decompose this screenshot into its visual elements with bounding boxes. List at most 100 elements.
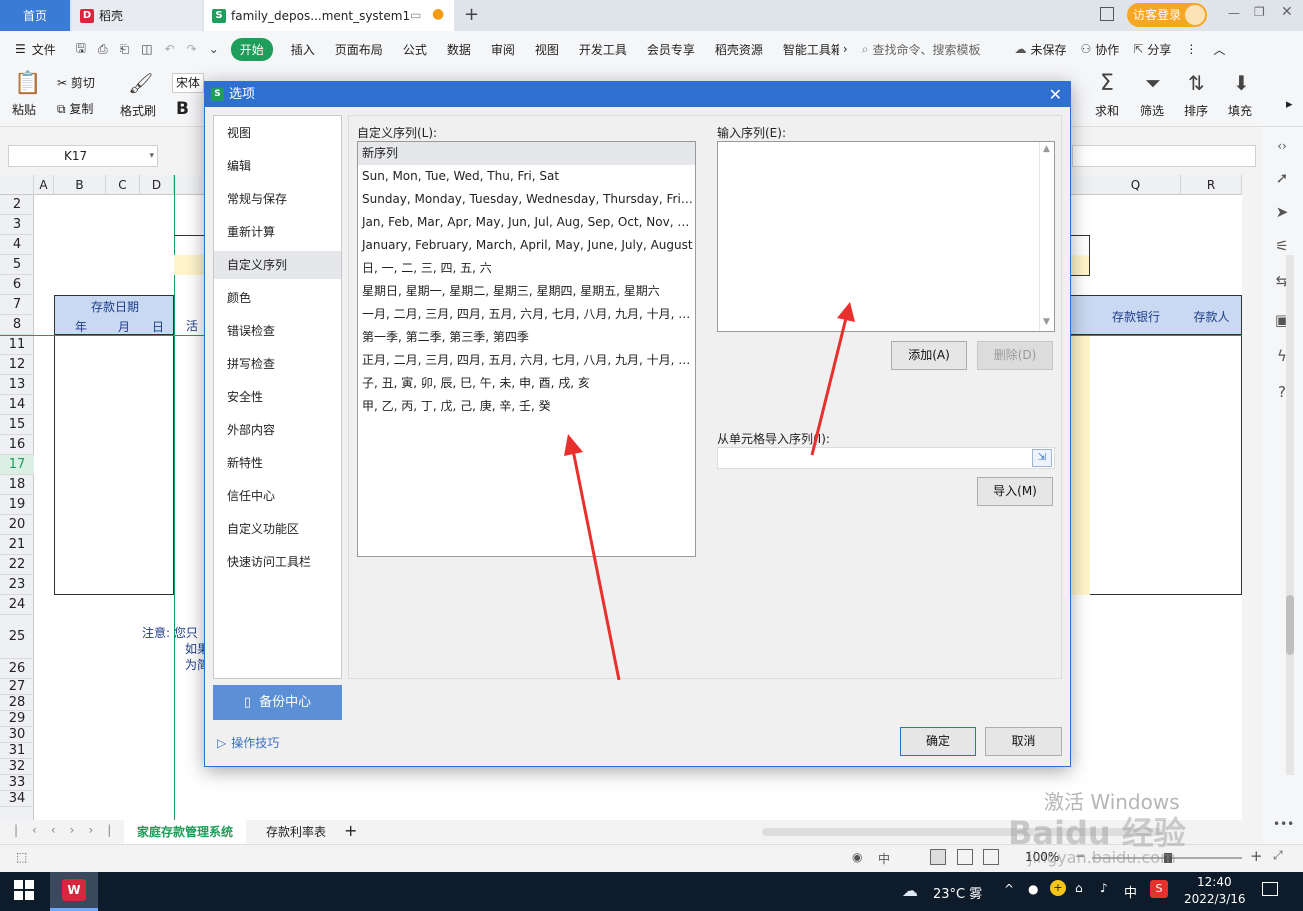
nav-item-recalculate[interactable]: 重新计算 — [214, 218, 341, 246]
row-header[interactable]: 29 — [0, 711, 34, 727]
command-search-input[interactable]: 查找命令、搜索模板 — [872, 41, 980, 58]
range-picker-icon[interactable]: ⇲ — [1032, 449, 1052, 467]
row-header[interactable]: 7 — [0, 295, 34, 315]
list-item[interactable]: 正月, 二月, 三月, 四月, 五月, 六月, 七月, 八月, 九月, 十月, … — [358, 349, 695, 372]
chevron-down-icon[interactable]: ⌄ — [209, 42, 219, 56]
list-item[interactable]: Sunday, Monday, Tuesday, Wednesday, Thur… — [358, 188, 695, 211]
nav-item-quick-access-toolbar[interactable]: 快速访问工具栏 — [214, 548, 341, 576]
tab-member[interactable]: 会员专享 — [647, 41, 695, 58]
save-icon[interactable]: 🖫 — [76, 39, 86, 60]
print-icon[interactable]: ⎗ — [120, 42, 130, 57]
list-item[interactable]: 新序列 — [358, 142, 695, 165]
format-painter-icon[interactable]: 🖌 — [128, 71, 153, 95]
eye-icon[interactable]: ◉ — [852, 850, 862, 864]
restore-icon[interactable]: ❐ — [1254, 5, 1265, 19]
cancel-button[interactable]: 取消 — [985, 727, 1062, 756]
wps-taskbar-button[interactable]: W — [50, 872, 98, 911]
row-header[interactable]: 22 — [0, 555, 34, 575]
filter-icon[interactable]: ⏷ — [1145, 71, 1161, 95]
tab-document[interactable]: Sfamily_depos...ment_system1 ▭ ● — [204, 0, 454, 31]
nav-item-general-save[interactable]: 常规与保存 — [214, 185, 341, 213]
scroll-thumb[interactable] — [1286, 595, 1294, 655]
tab-developer[interactable]: 开发工具 — [579, 41, 627, 58]
row-header[interactable]: 32 — [0, 759, 34, 775]
export-icon[interactable]: ⎙ — [98, 42, 108, 57]
row-header[interactable]: 25 — [0, 615, 34, 659]
nav-item-new-features[interactable]: 新特性 — [214, 449, 341, 477]
tab-view[interactable]: 视图 — [535, 41, 559, 58]
row-header[interactable]: 12 — [0, 355, 34, 375]
dialog-title-bar[interactable]: S 选项 ✕ — [205, 82, 1070, 107]
nav-item-customize-ribbon[interactable]: 自定义功能区 — [214, 515, 341, 543]
row-header[interactable]: 19 — [0, 495, 34, 515]
tray-chevron-icon[interactable]: ^ — [1004, 882, 1014, 896]
sheet-tab-interest-rate[interactable]: 存款利率表 — [256, 820, 336, 844]
tab-home[interactable]: 首页 — [0, 0, 70, 31]
list-item[interactable]: Sun, Mon, Tue, Wed, Thu, Fri, Sat — [358, 165, 695, 188]
row-header[interactable]: 26 — [0, 659, 34, 679]
sliders-icon[interactable]: ⚟ — [1273, 237, 1291, 255]
row-header[interactable]: 20 — [0, 515, 34, 535]
list-item[interactable]: Jan, Feb, Mar, Apr, May, Jun, Jul, Aug, … — [358, 211, 695, 234]
scroll-down-icon[interactable]: ▼ — [1043, 317, 1050, 327]
action-center-icon[interactable] — [1262, 882, 1278, 896]
list-item[interactable]: January, February, March, April, May, Ju… — [358, 234, 695, 257]
more-icon[interactable]: ⋮ — [1185, 42, 1197, 56]
hamburger-icon[interactable]: ☰ — [15, 42, 26, 56]
backup-center-button[interactable]: ▯ 备份中心 — [213, 685, 342, 720]
notification-icon[interactable]: ● — [1028, 882, 1038, 896]
row-header[interactable]: 15 — [0, 415, 34, 435]
new-tab-icon[interactable]: + — [464, 4, 479, 25]
row-header[interactable]: 11 — [0, 335, 34, 355]
row-header[interactable]: 4 — [0, 235, 34, 255]
sheet-nav-icon[interactable]: |‹‹››| — [14, 823, 125, 837]
row-header[interactable]: 14 — [0, 395, 34, 415]
row-header[interactable]: 2 — [0, 195, 34, 215]
scroll-up-icon[interactable]: ▲ — [1043, 144, 1050, 154]
row-header[interactable]: 21 — [0, 535, 34, 555]
fill-button[interactable]: 填充 — [1228, 102, 1252, 119]
list-item[interactable]: 甲, 乙, 丙, 丁, 戊, 己, 庚, 辛, 壬, 癸 — [358, 395, 695, 418]
preview-icon[interactable]: ◫ — [141, 42, 152, 56]
sort-button[interactable]: 排序 — [1184, 102, 1208, 119]
more-icon[interactable]: ••• — [1273, 815, 1294, 833]
row-header[interactable]: 18 — [0, 475, 34, 495]
ime-indicator[interactable]: 中 — [878, 850, 890, 867]
visitor-login-button[interactable]: 访客登录 — [1127, 3, 1207, 27]
cut-button[interactable]: ✂ 剪切 — [57, 74, 95, 91]
nav-item-edit[interactable]: 编辑 — [214, 152, 341, 180]
import-range-input[interactable]: ⇲ — [717, 447, 1055, 469]
filter-button[interactable]: 筛选 — [1140, 102, 1164, 119]
chevron-right-icon[interactable]: › — [843, 42, 848, 56]
tab-page-layout[interactable]: 页面布局 — [335, 41, 383, 58]
rocket-icon[interactable]: ➚ — [1273, 169, 1291, 187]
menu-file[interactable]: 文件 — [32, 41, 56, 58]
close-icon[interactable]: ✕ — [1049, 82, 1062, 107]
more-tools-icon[interactable]: ▸ — [1286, 97, 1293, 112]
page-layout-view-icon[interactable] — [957, 849, 973, 865]
nav-item-spell-check[interactable]: 拼写检查 — [214, 350, 341, 378]
pointer-icon[interactable]: ➤ — [1273, 203, 1291, 221]
nav-item-custom-lists[interactable]: 自定义序列 — [214, 251, 341, 279]
collapse-ribbon-icon[interactable]: ︿ — [1213, 41, 1225, 58]
fullscreen-icon[interactable]: ⤢ — [1273, 848, 1283, 863]
col-header-d[interactable]: D — [140, 175, 174, 195]
zoom-in-icon[interactable]: + — [1250, 847, 1263, 865]
list-item[interactable]: 一月, 二月, 三月, 四月, 五月, 六月, 七月, 八月, 九月, 十月, … — [358, 303, 695, 326]
row-header[interactable]: 33 — [0, 775, 34, 791]
cast-icon[interactable]: ▭ — [410, 8, 421, 22]
layout-icon[interactable] — [1100, 7, 1114, 21]
list-item[interactable]: 子, 丑, 寅, 卯, 辰, 巳, 午, 未, 申, 酉, 戌, 亥 — [358, 372, 695, 395]
row-header[interactable]: 16 — [0, 435, 34, 455]
tab-insert[interactable]: 插入 — [291, 41, 315, 58]
tab-start[interactable]: 开始 — [230, 37, 273, 61]
windows-start-icon[interactable] — [14, 880, 34, 900]
tab-data[interactable]: 数据 — [447, 41, 471, 58]
col-header-a[interactable]: A — [34, 175, 54, 195]
redo-icon[interactable]: ↷ — [187, 42, 197, 56]
copy-button[interactable]: ⧉ 复制 — [57, 100, 93, 117]
collapse-icon[interactable]: ‹› — [1273, 137, 1291, 155]
vertical-scrollbar[interactable] — [1286, 255, 1294, 775]
col-header-b[interactable]: B — [54, 175, 106, 195]
nav-item-color[interactable]: 颜色 — [214, 284, 341, 312]
